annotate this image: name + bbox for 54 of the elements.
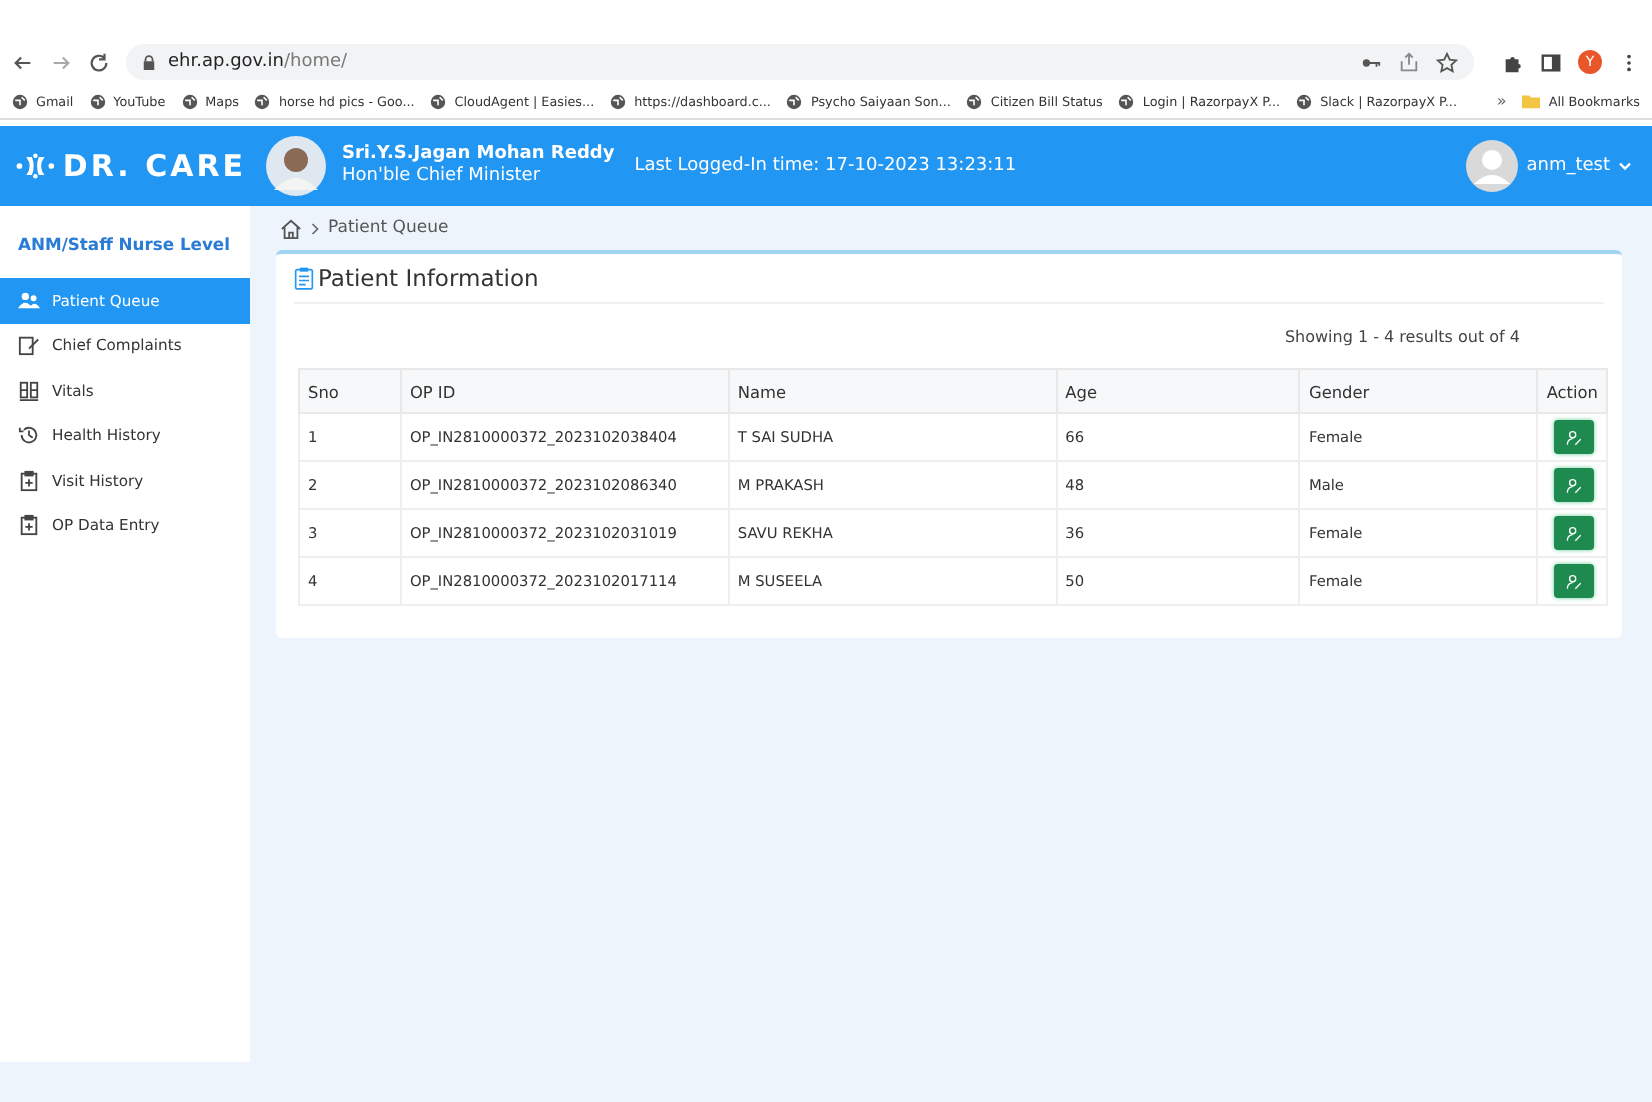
sidebar-title: ANM/Staff Nurse Level xyxy=(16,234,232,254)
globe-icon xyxy=(1296,93,1313,109)
clipboard-icon xyxy=(18,469,40,492)
back-icon[interactable] xyxy=(12,51,34,73)
column-header: Sno xyxy=(299,369,401,413)
puzzle-icon[interactable] xyxy=(1502,51,1524,73)
column-header: OP ID xyxy=(400,369,729,413)
reload-icon[interactable] xyxy=(88,51,110,73)
column-header: Age xyxy=(1056,369,1300,413)
home-icon[interactable] xyxy=(280,217,302,239)
avatar-icon xyxy=(266,136,326,196)
column-header: Gender xyxy=(1299,369,1538,413)
column-header: Action xyxy=(1537,369,1607,413)
breadcrumb-current: Patient Queue xyxy=(328,218,449,238)
globe-icon xyxy=(966,93,983,109)
note-icon xyxy=(18,334,40,357)
panel-title: Patient Information xyxy=(318,264,539,292)
clipboard-icon xyxy=(294,266,314,290)
globe-icon xyxy=(254,93,271,109)
globe-icon xyxy=(12,93,28,109)
user-edit-icon xyxy=(1566,427,1583,447)
side-panel-icon[interactable] xyxy=(1540,51,1562,73)
edit-patient-button[interactable] xyxy=(1554,468,1595,502)
edit-patient-button[interactable] xyxy=(1554,564,1595,598)
lock-icon xyxy=(142,53,156,71)
chevron-down-icon[interactable] xyxy=(1618,161,1632,171)
edit-patient-button[interactable] xyxy=(1554,516,1595,550)
edit-patient-button[interactable] xyxy=(1554,420,1595,454)
chevron-right-icon xyxy=(310,221,320,235)
user-edit-icon xyxy=(1566,571,1583,591)
share-icon[interactable] xyxy=(1398,51,1420,73)
history-icon xyxy=(18,424,40,447)
globe-icon xyxy=(1118,93,1135,109)
clipboard-icon xyxy=(18,514,40,537)
people-icon xyxy=(18,289,40,312)
results-summary: Showing 1 - 4 results out of 4 xyxy=(1284,327,1520,345)
last-login-time: Last Logged-In time: 17-10-2023 13:23:11 xyxy=(634,156,1017,176)
folder-icon xyxy=(1522,92,1541,110)
address-bar[interactable]: ehr.ap.gov.in/home/ xyxy=(126,44,1474,80)
globe-icon xyxy=(610,93,627,109)
user-avatar-icon[interactable] xyxy=(1466,140,1519,192)
globe-icon xyxy=(430,93,447,109)
overflow-chevron[interactable]: » xyxy=(1496,92,1507,110)
person-name: Sri.Y.S.Jagan Mohan Reddy xyxy=(342,144,615,166)
user-edit-icon xyxy=(1566,475,1583,495)
globe-icon xyxy=(786,93,803,109)
globe-icon xyxy=(181,93,198,109)
user-edit-icon xyxy=(1566,523,1583,543)
person-role: Hon'ble Chief Minister xyxy=(342,166,543,188)
vitals-icon xyxy=(18,379,40,402)
logo-text: DR. CARE xyxy=(62,148,246,184)
globe-icon xyxy=(89,93,106,109)
column-header: Name xyxy=(728,369,1057,413)
star-icon[interactable] xyxy=(1436,51,1458,73)
